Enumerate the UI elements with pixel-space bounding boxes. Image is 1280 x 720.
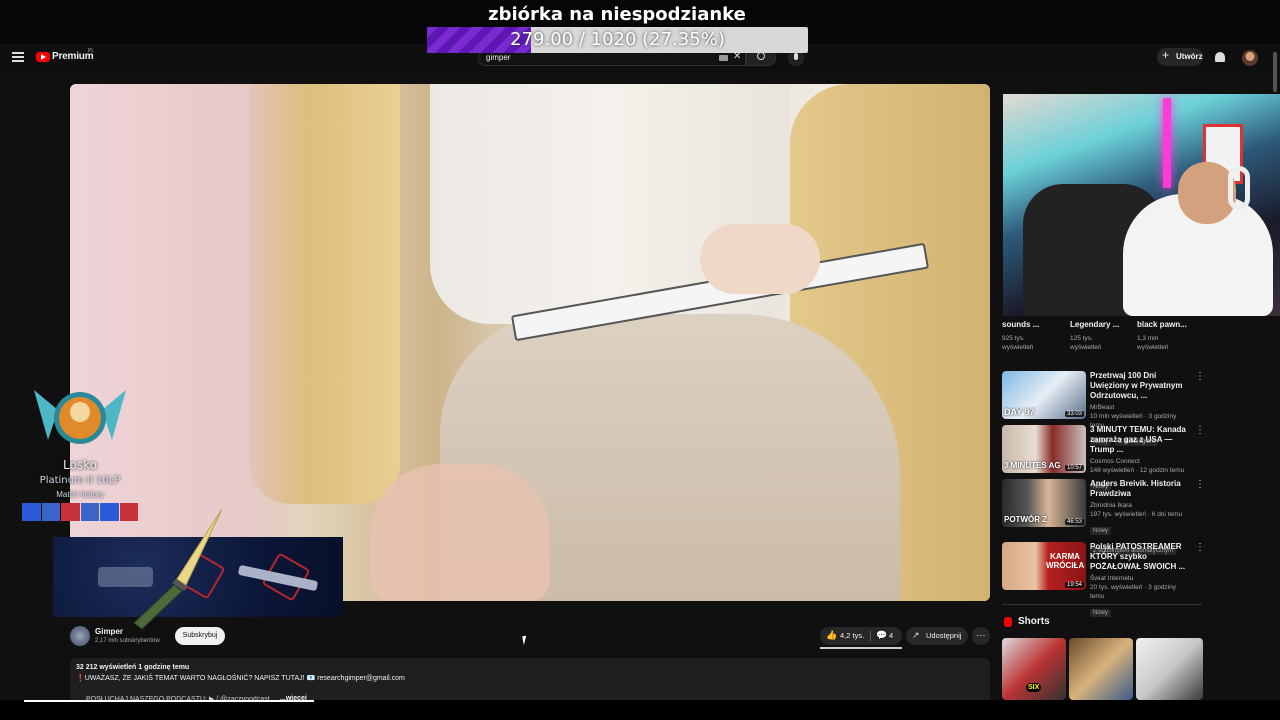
scrollbar-thumb[interactable] (1273, 52, 1277, 92)
rec-top-views-unit: wyświetleń (1002, 344, 1034, 351)
more-actions-button[interactable]: ⋯ (972, 627, 990, 645)
create-label[interactable]: Utwórz (1176, 52, 1203, 61)
view-count: 32 212 wyświetleń 1 godzinę temu (76, 664, 190, 671)
short-badge: SIX (1026, 683, 1042, 692)
rec-title[interactable]: Polski PATOSTREAMER KTÓRY szybko POŻAŁOW… (1090, 542, 1190, 572)
subscriber-count: 2,17 mln subskrybentów (95, 638, 160, 644)
knife-icon (133, 508, 223, 630)
mouse-cursor-icon (522, 635, 528, 646)
thumbnail-text: 3 MINUTES AG (1004, 461, 1061, 470)
hand (700, 224, 820, 294)
rec-top-views: 1,3 mln (1137, 335, 1159, 342)
description-line: ❗UWAŻASZ, ŻE JAKIŚ TEMAT WARTO NAGŁOŚNIĆ… (76, 675, 405, 682)
shorts-heading: Shorts (1018, 616, 1050, 627)
rec-menu-icon[interactable]: ⋮ (1195, 479, 1205, 490)
rec-item-4[interactable]: Polski PATOSTREAMER KTÓRY szybko POŻAŁOW… (1090, 542, 1190, 619)
video-duration: 19:54 (1064, 582, 1084, 588)
rec-menu-icon[interactable]: ⋮ (1195, 371, 1205, 382)
rec-top-title[interactable]: sounds ... (1002, 320, 1039, 330)
short-thumbnail[interactable] (1136, 638, 1203, 700)
match-history-row (22, 503, 138, 521)
donation-goal-title: zbiórka na niespodzianke (488, 4, 746, 25)
match-history-label: Match history (56, 490, 104, 499)
summoner-name: Losko (63, 458, 97, 472)
short-thumbnail[interactable]: SIX (1002, 638, 1066, 700)
foreground-hands (370, 464, 550, 601)
like-icon[interactable]: 👍 (826, 630, 837, 641)
rec-top-views: 925 tys. (1002, 335, 1025, 342)
rec-title[interactable]: 3 MINUTY TEMU: Kanada zamraża gaz z USA … (1090, 425, 1190, 455)
match-result (61, 503, 80, 521)
rank-tier: Platinum II 10LP (39, 475, 121, 486)
share-icon[interactable]: ↗ (912, 630, 920, 641)
account-avatar[interactable] (1242, 50, 1258, 66)
video-duration: 10:57 (1064, 465, 1084, 471)
timeline-indicator (24, 700, 314, 702)
rec-menu-icon[interactable]: ⋮ (1195, 425, 1205, 436)
rec-title[interactable]: Anders Breivik. Historia Prawdziwa (1090, 479, 1190, 499)
video-duration: 33:03 (1064, 411, 1084, 417)
bottom-bar (0, 700, 1280, 720)
rec-meta: 148 wyświetleń · 12 godzin temu (1090, 467, 1185, 474)
rec-thumbnail[interactable]: KARMA WRÓCIŁA 19:54 (1002, 542, 1086, 590)
rec-top-title[interactable]: Legendary ... (1070, 320, 1119, 330)
notifications-bell-icon[interactable] (1215, 52, 1225, 62)
video-duration: 46:53 (1064, 519, 1084, 525)
search-value[interactable]: gimper (486, 53, 510, 62)
dislike-icon[interactable]: 💬 (876, 630, 887, 641)
share-label[interactable]: Udostępnij (926, 631, 961, 640)
rec-top-1[interactable]: sounds ... 925 tys. wyświetleń (1002, 320, 1039, 352)
rec-thumbnail[interactable]: POTWÓR Z 46:53 (1002, 479, 1086, 527)
rec-top-views-unit: wyświetleń (1137, 344, 1169, 351)
short-thumbnail[interactable] (1069, 638, 1133, 700)
search-icon[interactable] (757, 52, 765, 60)
rec-channel[interactable]: Świat Internetu (1090, 574, 1190, 583)
rec-menu-icon[interactable]: ⋮ (1195, 542, 1205, 553)
badge-new: Nowy (1090, 609, 1112, 617)
rec-top-2[interactable]: Legendary ... 125 tys. wyświetleń (1070, 320, 1119, 352)
menu-icon[interactable] (12, 52, 24, 62)
channel-name[interactable]: Gimper (95, 627, 123, 636)
badge-new: Nowy (1090, 527, 1112, 535)
like-ratio-bar (820, 647, 902, 649)
rec-title[interactable]: Przetrwaj 100 Dni Uwięziony w Prywatnym … (1090, 371, 1190, 401)
thumbnail-text: POTWÓR Z (1004, 515, 1048, 524)
rec-top-title[interactable]: black pawn... (1137, 320, 1187, 330)
rec-thumbnail[interactable]: 3 MINUTES AG 10:57 (1002, 425, 1086, 473)
channel-avatar[interactable] (70, 626, 90, 646)
like-count[interactable]: 4,2 tys. (840, 631, 864, 640)
headset (1228, 166, 1250, 210)
divider (1002, 604, 1202, 605)
thumbnail-text: KARMA WRÓCIŁA (1046, 552, 1085, 570)
microphone-icon[interactable] (794, 53, 798, 60)
rec-top-3[interactable]: black pawn... 1,3 mln wyświetleń (1137, 320, 1187, 352)
match-result (100, 503, 119, 521)
match-result (41, 503, 60, 521)
rec-meta: 20 tys. wyświetleń · 3 godziny temu (1090, 584, 1176, 600)
dislike-count[interactable]: 4 (889, 631, 893, 640)
donation-progress-bar: 279.00 / 1020 (27.35%) (427, 27, 808, 53)
rec-channel[interactable]: Cosmos Connect (1090, 457, 1190, 466)
shorts-icon (1004, 617, 1012, 627)
donation-progress-text: 279.00 / 1020 (27.35%) (510, 29, 725, 50)
rec-channel[interactable]: MrBeast (1090, 403, 1190, 412)
neon-light (1163, 98, 1171, 188)
youtube-logo-icon[interactable] (36, 52, 50, 62)
match-result (80, 503, 99, 521)
region-code: PL (88, 48, 95, 54)
thumbnail-text: DAY 97 (1004, 407, 1035, 417)
rec-thumbnail[interactable]: DAY 97 33:03 (1002, 371, 1086, 419)
keyboard-icon[interactable] (719, 55, 728, 61)
rec-top-views-unit: wyświetleń (1070, 344, 1102, 351)
stream-screen: zbiórka na niespodzianke Premium PL gimp… (0, 0, 1280, 720)
streamer-webcam (1003, 94, 1280, 316)
divider (870, 630, 871, 642)
plus-icon[interactable]: + (1162, 48, 1169, 62)
match-result (22, 503, 41, 521)
rec-meta: 197 tys. wyświetleń · 6 dni temu (1090, 511, 1183, 518)
rec-channel[interactable]: Zbrodnia Ikara (1090, 501, 1190, 510)
rec-top-views: 125 tys. (1070, 335, 1093, 342)
rank-emblem-icon (34, 390, 126, 444)
